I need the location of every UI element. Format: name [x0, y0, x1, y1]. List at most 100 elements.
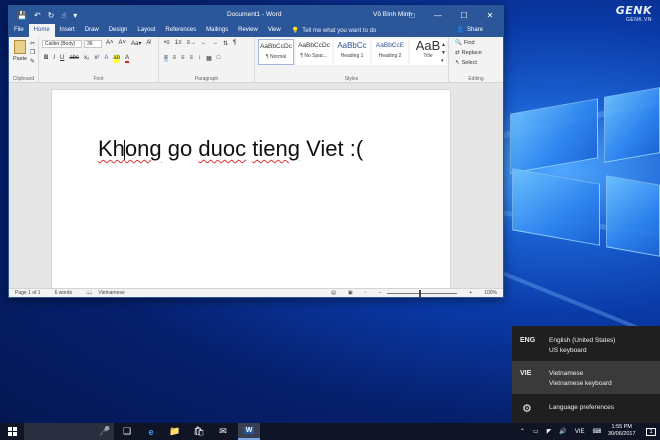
- ribbon-display-icon[interactable]: □: [399, 6, 425, 24]
- find-button[interactable]: 🔍 Find: [455, 40, 475, 46]
- italic-button[interactable]: I: [53, 55, 55, 63]
- web-layout-icon[interactable]: ▫: [365, 290, 367, 296]
- highlight-button[interactable]: ab: [113, 55, 121, 63]
- minimize-button[interactable]: —: [425, 6, 451, 24]
- style-sample: AaBbCc: [337, 41, 367, 50]
- select-button[interactable]: ↖ Select: [455, 60, 477, 66]
- tab-layout[interactable]: Layout: [132, 24, 160, 37]
- volume-icon[interactable]: 🔊: [559, 428, 566, 435]
- styles-more-icon[interactable]: ▲ ▼ ▾: [441, 41, 446, 65]
- page-count[interactable]: Page 1 of 1: [15, 290, 41, 296]
- grow-font-button[interactable]: A˄: [106, 40, 114, 47]
- zoom-out-icon[interactable]: −: [378, 290, 381, 296]
- tab-review[interactable]: Review: [233, 24, 263, 37]
- align-right-button[interactable]: ≡: [181, 55, 185, 62]
- cut-icon[interactable]: ✂: [30, 40, 35, 47]
- customize-toolbar-icon[interactable]: ▾: [73, 11, 77, 20]
- text-effects-button[interactable]: A: [104, 55, 108, 63]
- tell-me-box[interactable]: 💡 Tell me what you want to do: [292, 27, 377, 35]
- tab-mailings[interactable]: Mailings: [201, 24, 233, 37]
- read-mode-icon[interactable]: ▤: [331, 290, 336, 296]
- mail-icon[interactable]: ✉: [214, 423, 232, 440]
- document-text[interactable]: Khong go duoc tieng Viet :(: [98, 136, 363, 162]
- word-count[interactable]: 6 words: [55, 290, 73, 296]
- numbering-button[interactable]: 1≡: [175, 40, 182, 47]
- align-center-button[interactable]: ≡: [173, 55, 177, 62]
- align-left-button[interactable]: ≡: [164, 55, 168, 62]
- underline-button[interactable]: U: [60, 55, 64, 63]
- tab-insert[interactable]: Insert: [55, 24, 80, 37]
- microphone-icon[interactable]: 🎤: [98, 423, 112, 440]
- font-color-button[interactable]: A: [125, 55, 130, 63]
- shading-button[interactable]: ▦: [206, 55, 212, 62]
- copy-icon[interactable]: ❐: [30, 49, 35, 56]
- network-icon[interactable]: ◤: [547, 428, 552, 435]
- bullets-button[interactable]: •≡: [164, 40, 170, 47]
- replace-button[interactable]: ⇄ Replace: [455, 50, 482, 56]
- print-layout-icon[interactable]: ▣: [348, 290, 353, 296]
- style-normal[interactable]: AaBbCcDc ¶ Normal: [258, 39, 294, 65]
- language-item-eng[interactable]: ENG English (United States) US keyboard: [512, 328, 660, 361]
- tab-view[interactable]: View: [263, 24, 286, 37]
- superscript-button[interactable]: x²: [94, 55, 99, 63]
- clock[interactable]: 1:55 PM 30/06/2017: [608, 424, 636, 438]
- bold-button[interactable]: B: [44, 55, 48, 63]
- subscript-button[interactable]: x₂: [84, 55, 89, 63]
- paste-icon[interactable]: [14, 40, 26, 54]
- tray-language[interactable]: VIE: [575, 429, 585, 435]
- decrease-indent-button[interactable]: ←: [201, 40, 207, 47]
- tab-references[interactable]: References: [160, 24, 201, 37]
- strikethrough-button[interactable]: abc: [69, 55, 79, 63]
- justify-button[interactable]: ≡: [190, 55, 194, 62]
- font-name-box[interactable]: Calibri (Body): [42, 40, 82, 48]
- proofing-icon[interactable]: 📖: [86, 290, 92, 296]
- vertical-scrollbar[interactable]: [494, 83, 503, 290]
- style-heading-2[interactable]: AaBbCcE Heading 2: [372, 39, 408, 65]
- shrink-font-button[interactable]: A˅: [119, 40, 127, 47]
- document-page[interactable]: Khong go duoc tieng Viet :(: [51, 89, 451, 290]
- word-viet: Viet: [306, 136, 344, 161]
- share-button[interactable]: 👤 Share: [457, 24, 484, 37]
- tab-file[interactable]: File: [9, 24, 29, 37]
- tab-design[interactable]: Design: [104, 24, 133, 37]
- clock-time: 1:55 PM: [611, 424, 632, 430]
- action-center-icon[interactable]: 1: [644, 423, 658, 440]
- format-painter-icon[interactable]: ✎: [30, 58, 35, 65]
- increase-indent-button[interactable]: →: [212, 40, 218, 47]
- close-button[interactable]: ✕: [477, 6, 503, 24]
- line-spacing-button[interactable]: ↕: [198, 55, 201, 62]
- tab-draw[interactable]: Draw: [80, 24, 104, 37]
- store-icon[interactable]: 🛍: [190, 423, 208, 440]
- font-size-box[interactable]: 36: [84, 40, 102, 48]
- zoom-level[interactable]: 100%: [484, 290, 497, 296]
- title-bar[interactable]: 💾 ↶ ↻ ☝ ▾ Document1 - Word Võ Bình Minh …: [9, 6, 503, 24]
- zoom-slider[interactable]: [387, 289, 458, 297]
- undo-icon[interactable]: ↶: [34, 11, 41, 20]
- touch-mode-icon[interactable]: ☝: [61, 11, 66, 20]
- multilevel-list-button[interactable]: ≡→: [186, 40, 196, 47]
- zoom-in-icon[interactable]: +: [469, 290, 472, 296]
- redo-icon[interactable]: ↻: [48, 11, 55, 20]
- paste-button[interactable]: Paste: [13, 56, 27, 62]
- show-marks-button[interactable]: ¶: [233, 40, 236, 47]
- show-hidden-icons[interactable]: ⌃: [520, 428, 525, 435]
- tray-keyboard-icon[interactable]: ⌨: [592, 428, 601, 435]
- style-no-spacing[interactable]: AaBbCcDc ¶ No Spac...: [296, 39, 332, 65]
- word-app-icon[interactable]: W: [238, 423, 260, 440]
- file-explorer-icon[interactable]: 📁: [166, 423, 184, 440]
- edge-icon[interactable]: e: [142, 423, 160, 440]
- maximize-button[interactable]: ☐: [451, 6, 477, 24]
- sort-button[interactable]: ⇅: [223, 40, 228, 47]
- start-windows-icon[interactable]: [0, 423, 24, 440]
- style-heading-1[interactable]: AaBbCc Heading 1: [334, 39, 370, 65]
- task-view-icon[interactable]: ❑: [118, 423, 136, 440]
- status-language[interactable]: Vietnamese: [98, 290, 124, 296]
- language-preferences-link[interactable]: ⚙ Language preferences: [512, 394, 660, 423]
- change-case-button[interactable]: Aa▾: [131, 40, 141, 47]
- save-icon[interactable]: 💾: [17, 11, 27, 20]
- borders-button[interactable]: □: [217, 55, 221, 62]
- clear-formatting-button[interactable]: A̸: [146, 40, 150, 47]
- power-icon[interactable]: ▭: [533, 428, 539, 435]
- tab-home[interactable]: Home: [28, 24, 55, 37]
- language-item-vie[interactable]: VIE Vietnamese Vietnamese keyboard: [512, 361, 660, 394]
